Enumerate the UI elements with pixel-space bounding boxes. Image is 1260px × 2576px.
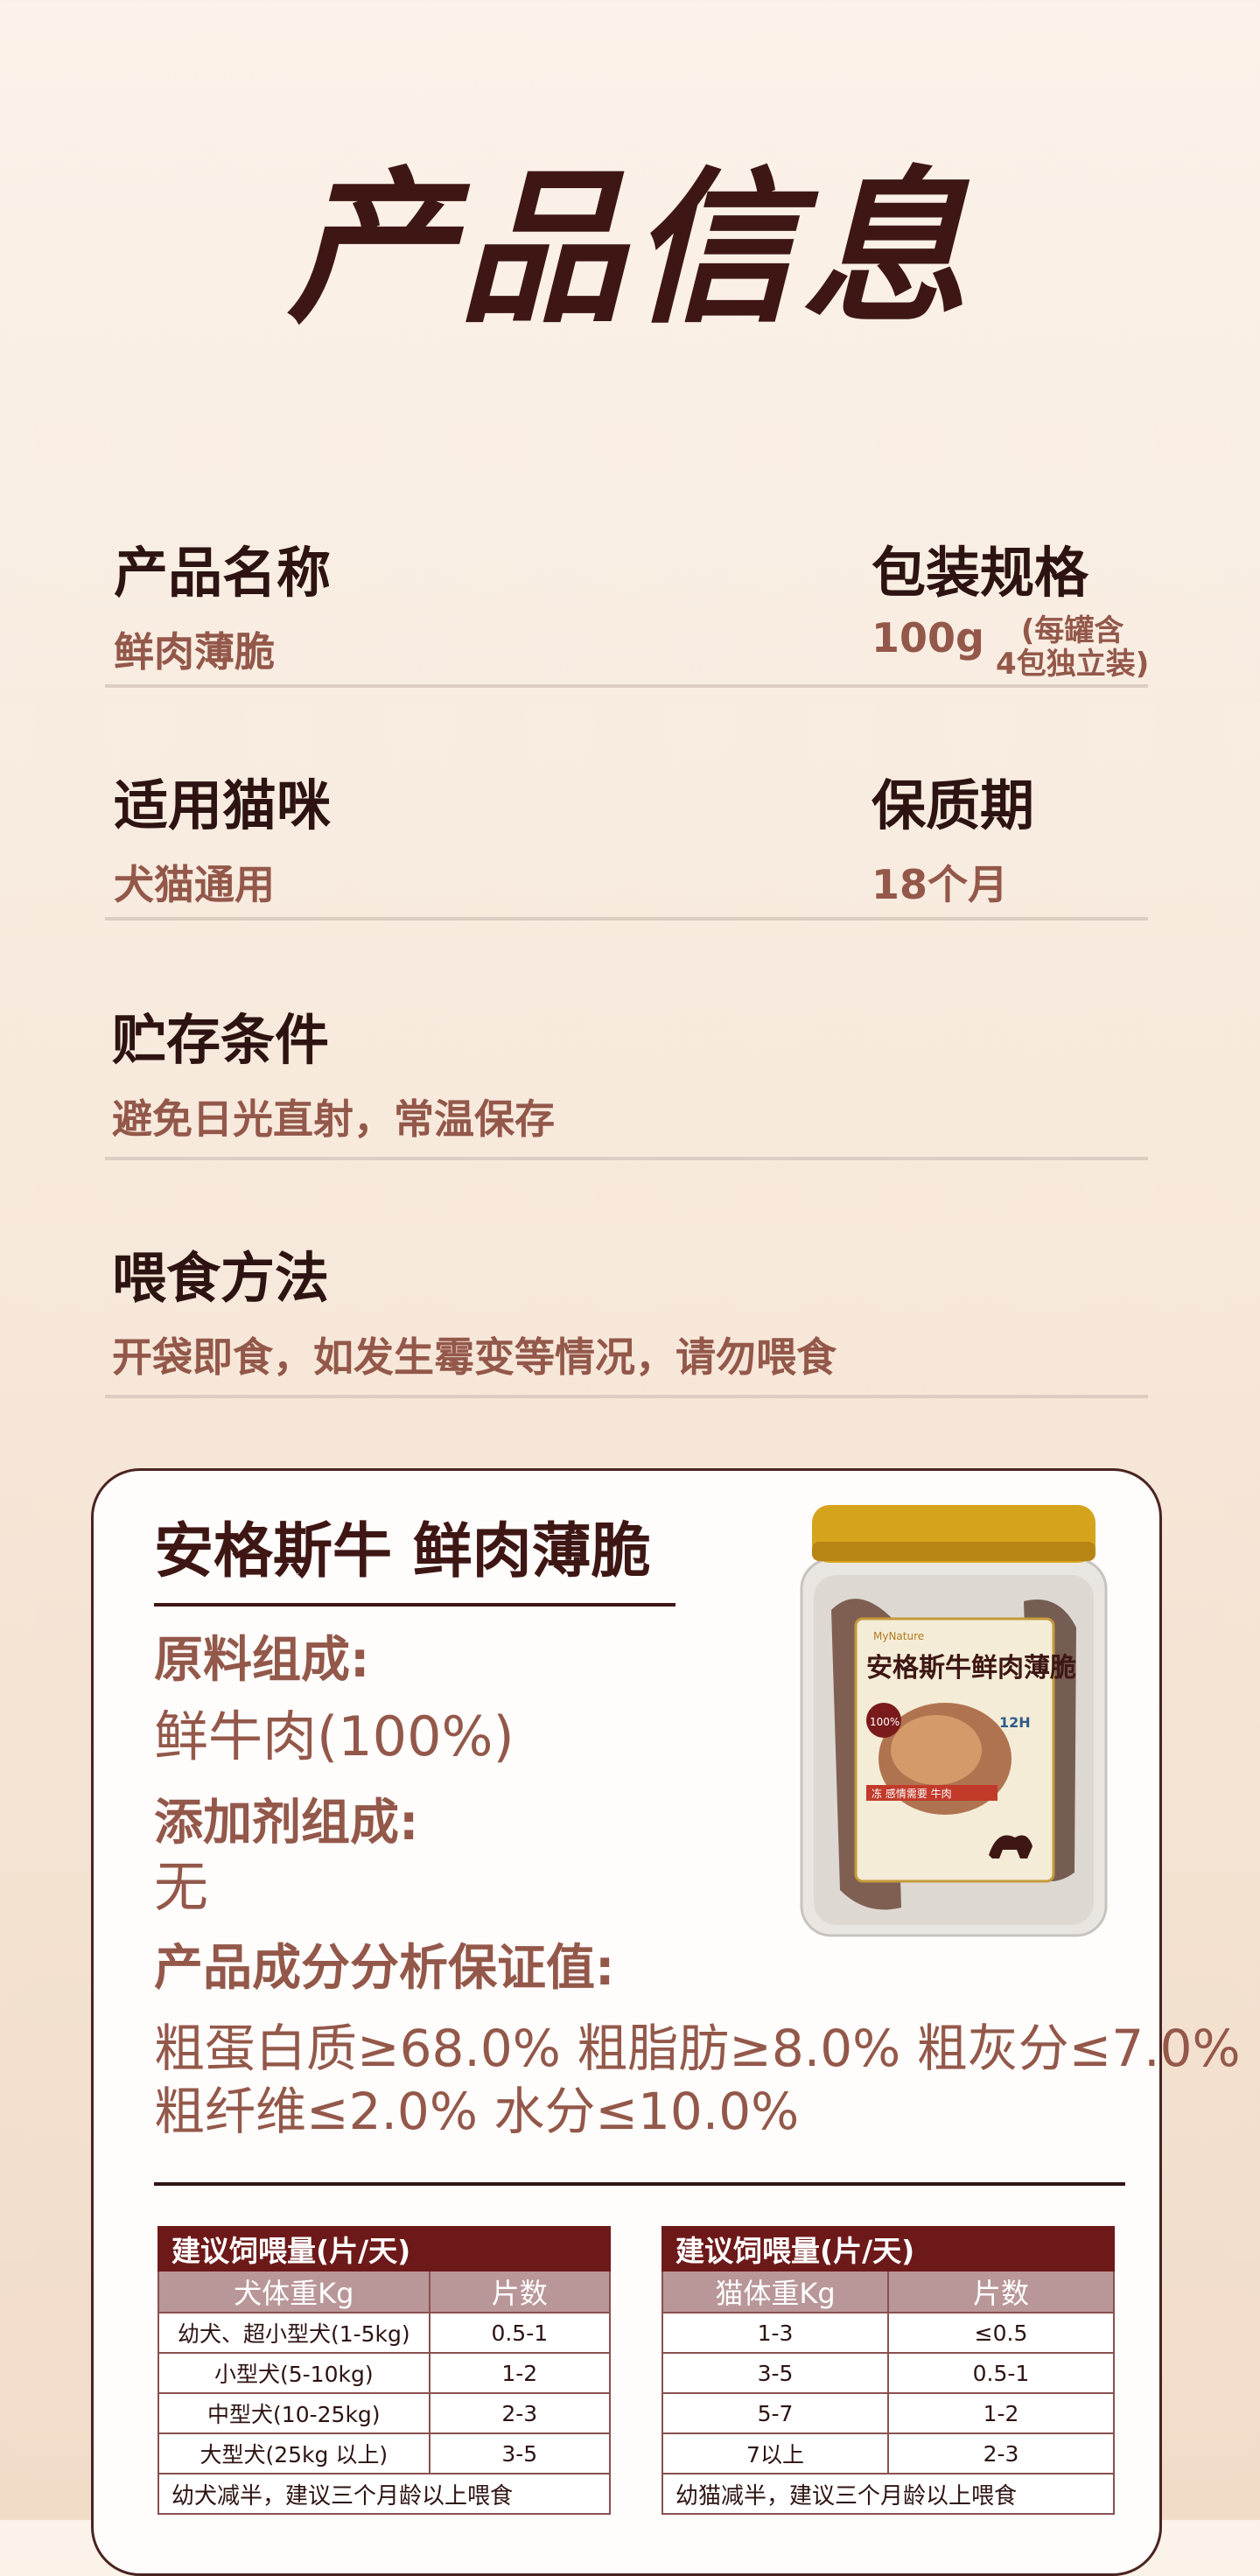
shelf-life-value: 18个月 (872, 861, 1009, 908)
storage-value: 避免日光直射，常温保存 (112, 1096, 555, 1143)
storage-label: 贮存条件 (112, 1008, 330, 1072)
info-row-feeding: 喂食方法 开袋即食，如发生霉变等情况，请勿喂食 (105, 1244, 1148, 1398)
jar-brand: MyNature (873, 1630, 924, 1642)
info-row-suit-shelf: 适用猫咪 犬猫通用 保质期 18个月 (105, 770, 1148, 920)
package-spec-note-line2: 4包独立装) (996, 646, 1150, 682)
table-row: 大型犬(25kg 以上) 3-5 (158, 2432, 612, 2474)
jar-ribbon: 冻 感情需要 牛肉 (872, 1787, 952, 1800)
cat-pieces-cell: 0.5-1 (887, 2352, 1115, 2394)
table-row: 1-3 ≤0.5 (662, 2312, 1115, 2354)
dog-pieces-cell: 1-2 (428, 2352, 612, 2394)
cat-pieces-cell: 1-2 (887, 2392, 1115, 2434)
cat-table-note: 幼猫减半，建议三个月龄以上喂食 (662, 2473, 1115, 2515)
cat-weight-cell: 1-3 (662, 2312, 889, 2354)
cat-feeding-table: 建议饲喂量(片/天) 猫体重Kg 片数 1-3 ≤0.5 3-5 0.5-1 5… (662, 2226, 1115, 2515)
ingredients-value: 鲜牛肉(100%) (154, 1704, 514, 1768)
cat-pieces-cell: 2-3 (887, 2432, 1115, 2474)
table-row: 幼犬、超小型犬(1-5kg) 0.5-1 (158, 2312, 612, 2354)
cat-table-header: 建议饲喂量(片/天) (662, 2226, 1115, 2272)
package-spec-note-line1: (每罐含 (1020, 613, 1124, 649)
table-row: 3-5 0.5-1 (662, 2352, 1115, 2394)
dog-table-col-weight: 犬体重Kg (158, 2270, 430, 2314)
analysis-line-1: 粗蛋白质≥68.0% 粗脂肪≥8.0% 粗灰分≤7.0% (154, 2019, 1241, 2078)
analysis-label: 产品成分分析保证值: (154, 1940, 615, 1997)
dog-table-note: 幼犬减半，建议三个月龄以上喂食 (158, 2473, 611, 2515)
product-name-label: 产品名称 (114, 541, 332, 605)
card-divider (154, 2182, 1125, 2186)
additive-label: 添加剂组成: (154, 1795, 419, 1852)
shelf-life-label: 保质期 (872, 774, 1035, 837)
dog-weight-cell: 大型犬(25kg 以上) (158, 2432, 430, 2474)
cat-table-col-weight: 猫体重Kg (662, 2270, 889, 2314)
dog-pieces-cell: 0.5-1 (428, 2312, 612, 2354)
cat-weight-cell: 7以上 (662, 2432, 889, 2474)
cat-weight-cell: 3-5 (662, 2352, 889, 2394)
info-row-storage: 贮存条件 避免日光直射，常温保存 (105, 1006, 1148, 1160)
cat-weight-cell: 5-7 (662, 2392, 889, 2434)
info-row-name-spec: 产品名称 鲜肉薄脆 包装规格 100g (每罐含 4包独立装) (105, 534, 1150, 688)
package-spec-label: 包装规格 (872, 541, 1089, 605)
dog-weight-cell: 中型犬(10-25kg) (158, 2392, 430, 2434)
ingredients-label: 原料组成: (154, 1632, 370, 1689)
feeding-value: 开袋即食，如发生霉变等情况，请勿喂食 (112, 1334, 836, 1381)
suitable-pet-value: 犬猫通用 (114, 861, 275, 908)
table-row: 小型犬(5-10kg) 1-2 (158, 2352, 612, 2394)
product-jar-image: MyNature 安格斯牛鲜肉薄脆 100% 12H 冻 感情需要 牛肉 (800, 1505, 1108, 1937)
table-row: 5-7 1-2 (662, 2392, 1115, 2434)
package-spec-value: 100g (872, 614, 984, 662)
dog-table-header: 建议饲喂量(片/天) (158, 2226, 611, 2272)
table-row: 7以上 2-3 (662, 2432, 1115, 2474)
dog-weight-cell: 小型犬(5-10kg) (158, 2352, 430, 2394)
dog-pieces-cell: 3-5 (428, 2432, 612, 2474)
card-title-underline (154, 1603, 676, 1606)
page-title: 产品信息 (286, 152, 973, 346)
product-name-value: 鲜肉薄脆 (114, 628, 275, 676)
card-title: 安格斯牛 鲜肉薄脆 (154, 1517, 651, 1586)
jar-badge-pct: 100% (870, 1716, 900, 1728)
dog-weight-cell: 幼犬、超小型犬(1-5kg) (158, 2312, 430, 2354)
suitable-pet-label: 适用猫咪 (114, 774, 332, 837)
cat-pieces-cell: ≤0.5 (887, 2312, 1115, 2354)
dog-feeding-table: 建议饲喂量(片/天) 犬体重Kg 片数 幼犬、超小型犬(1-5kg) 0.5-1… (158, 2226, 612, 2515)
feeding-label: 喂食方法 (112, 1246, 330, 1310)
cat-table-col-pieces: 片数 (887, 2270, 1115, 2314)
dog-table-col-pieces: 片数 (428, 2270, 612, 2314)
additive-value: 无 (154, 1855, 209, 1919)
jar-badge-12h: 12H (999, 1714, 1031, 1731)
analysis-line-2: 粗纤维≤2.0% 水分≤10.0% (154, 2082, 800, 2141)
package-spec-note: (每罐含 4包独立装) (996, 613, 1150, 682)
table-row: 中型犬(10-25kg) 2-3 (158, 2392, 612, 2434)
jar-label-title: 安格斯牛鲜肉薄脆 (866, 1653, 1076, 1684)
dog-pieces-cell: 2-3 (428, 2392, 612, 2434)
